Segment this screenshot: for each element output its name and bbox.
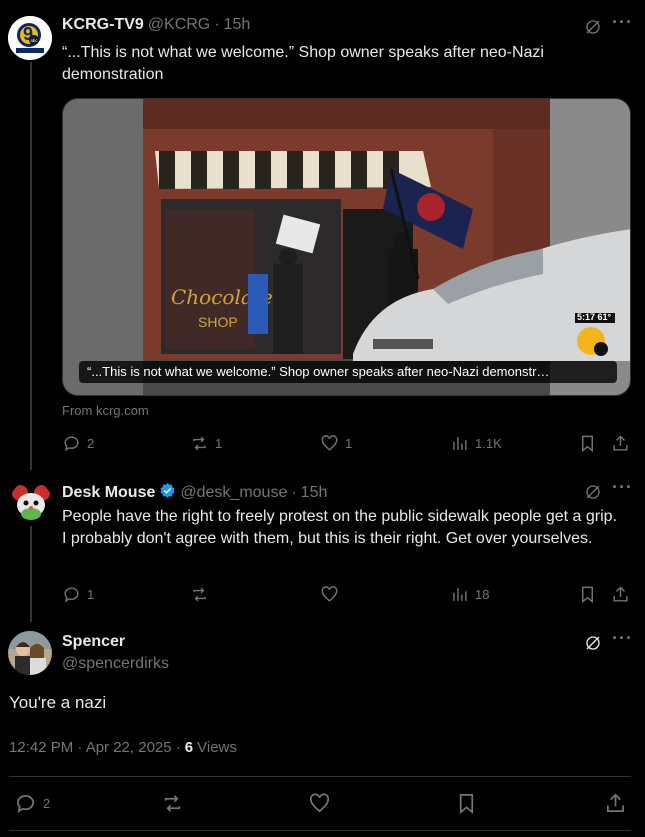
reply-button[interactable]: 2 <box>62 434 94 453</box>
avatar[interactable] <box>10 481 52 523</box>
profile-photo <box>8 631 52 675</box>
author-name[interactable]: Spencer <box>62 633 125 651</box>
author-handle[interactable]: @desk_mouse <box>180 484 287 502</box>
mouse-avatar-icon <box>10 481 52 523</box>
like-button[interactable] <box>308 792 331 815</box>
share-button[interactable] <box>611 434 630 453</box>
author-handle[interactable]: @spencerdirks <box>62 655 169 673</box>
views-button[interactable]: 1.1K <box>450 434 502 453</box>
overlay-time: 5:17 61° <box>577 312 612 322</box>
thread-line <box>30 526 32 622</box>
grok-icon[interactable] <box>584 634 602 657</box>
avatar[interactable] <box>8 631 52 675</box>
divider <box>9 830 631 831</box>
repost-count: 1 <box>215 436 223 451</box>
like-count: 1 <box>345 436 353 451</box>
tweet-time[interactable]: 15h <box>301 484 328 502</box>
heart-icon <box>321 586 338 602</box>
repost-icon <box>164 795 181 812</box>
author-name[interactable]: KCRG-TV9 <box>62 16 144 34</box>
reply-icon <box>64 587 79 603</box>
share-icon <box>613 435 628 451</box>
author-handle[interactable]: @KCRG <box>148 16 210 34</box>
more-options-icon[interactable]: ··· <box>612 477 633 498</box>
repost-icon <box>193 587 206 602</box>
reply-icon <box>16 795 34 813</box>
views-count: 18 <box>475 587 490 602</box>
share-button[interactable] <box>611 585 630 604</box>
more-options-icon[interactable]: ··· <box>612 12 633 33</box>
reply-count: 2 <box>43 796 51 811</box>
bookmark-icon <box>582 586 593 604</box>
views-icon <box>453 588 467 601</box>
bookmark-button[interactable] <box>578 434 597 453</box>
heart-icon <box>309 793 330 813</box>
grok-icon[interactable] <box>584 483 602 506</box>
reply-count: 2 <box>87 436 95 451</box>
heart-icon <box>321 435 338 451</box>
more-options-icon[interactable]: ··· <box>612 628 633 649</box>
kcrg-avatar-text: 9 <box>23 24 34 44</box>
like-button[interactable] <box>320 585 339 604</box>
reply-button[interactable]: 1 <box>62 585 94 604</box>
views-count: 6 <box>184 739 194 756</box>
main-tweet-text: You're a nazi <box>9 693 107 712</box>
bookmark-icon <box>582 435 593 453</box>
share-icon <box>613 586 628 602</box>
tweet-meta: 12:42 PM · Apr 22, 2025 · 6 Views <box>9 739 237 756</box>
reply-count: 1 <box>87 587 95 602</box>
tweet-text: “...This is not what we welcome.” Shop o… <box>62 44 544 83</box>
repost-button[interactable]: 1 <box>190 434 222 453</box>
link-card[interactable]: Chocolate SHOP 5:17 61° “...This is not … <box>62 98 631 396</box>
share-button[interactable] <box>604 792 627 815</box>
grok-icon[interactable] <box>584 18 602 41</box>
tweet-header: Desk Mouse @desk_mouse · 15h <box>62 482 327 504</box>
verified-badge-icon <box>159 482 176 504</box>
news-thumbnail: Chocolate SHOP <box>63 99 630 395</box>
thread-line <box>30 62 32 470</box>
like-button[interactable]: 1 <box>320 434 352 453</box>
author-name[interactable]: Desk Mouse <box>62 484 155 502</box>
tweet-text: People have the right to freely protest … <box>62 508 618 547</box>
views-icon <box>453 437 467 450</box>
reply-button[interactable]: 2 <box>14 792 50 815</box>
bookmark-button[interactable] <box>578 585 597 604</box>
divider <box>9 776 631 777</box>
repost-icon <box>193 436 206 451</box>
separator: · <box>214 16 220 33</box>
reply-icon <box>64 436 79 452</box>
bookmark-icon <box>459 794 474 814</box>
card-source[interactable]: From kcrg.com <box>62 403 149 418</box>
share-icon <box>606 793 625 813</box>
bookmark-button[interactable] <box>455 792 478 815</box>
timestamp[interactable]: 12:42 PM · Apr 22, 2025 · <box>9 739 181 756</box>
tweet-time[interactable]: 15h <box>224 16 251 34</box>
separator: · <box>291 484 297 501</box>
views-button[interactable]: 18 <box>450 585 489 604</box>
card-caption[interactable]: “...This is not what we welcome.” Shop o… <box>79 361 617 383</box>
views-count: 1.1K <box>475 436 502 451</box>
tweet-header: KCRG-TV9 @KCRG · 15h <box>62 16 250 34</box>
repost-button[interactable] <box>161 792 184 815</box>
repost-button[interactable] <box>190 585 209 604</box>
svg-text:SHOP: SHOP <box>198 314 238 330</box>
views-label: Views <box>197 739 237 756</box>
